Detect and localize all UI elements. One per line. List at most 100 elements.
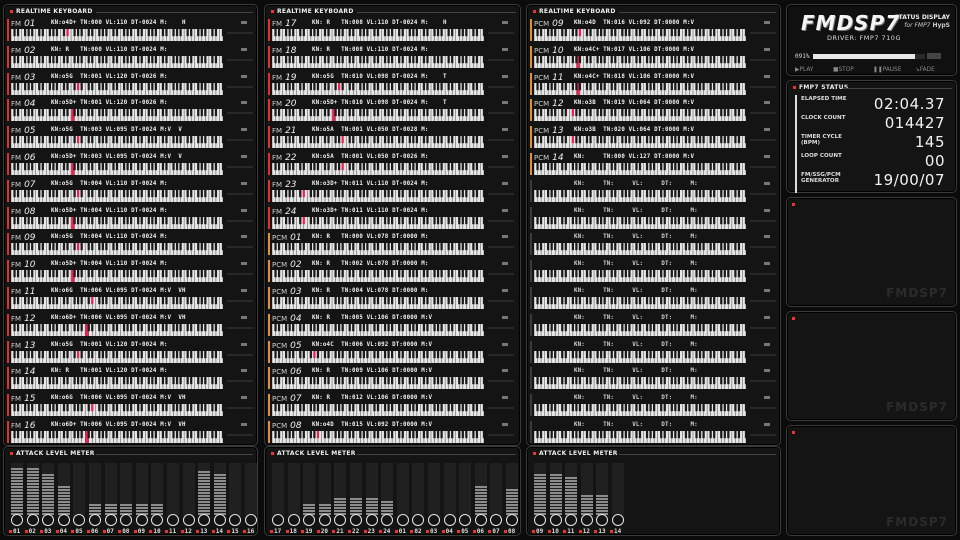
status-value: 19/00/07 [873, 171, 945, 189]
channel-label: PCM 14 [534, 153, 564, 163]
channel-row[interactable]: PCM 01 KN: R TN:000 VL:078 DT:0000 M: [268, 231, 515, 257]
channel-row[interactable]: PCM 03 KN: R TN:004 VL:078 DT:0000 M: [268, 285, 515, 311]
level-bar [412, 463, 425, 515]
channel-row[interactable]: KN: TN: VL: DT: M: [530, 258, 776, 284]
channel-row[interactable]: PCM 12 KN:o3B TN:019 VL:064 DT:0000 M:V [530, 97, 776, 123]
channel-info: KN: R TN:012 VL:106 DT:0000 M:V [312, 395, 433, 402]
channel-row[interactable]: FM 08 KN:o5D+ TN:004 VL:110 DT-0024 M: [7, 205, 253, 231]
play-button[interactable]: ▶PLAY [795, 67, 813, 73]
active-key [91, 404, 94, 412]
attack-level-meter-panel-3: ATTACK LEVEL METER 09 10 11 12 13 14 [526, 446, 781, 536]
channel-row[interactable]: FM 11 KN:o6G TN:006 VL:095 DT-0024 M:V VH [7, 285, 253, 311]
channel-row[interactable]: KN: TN: VL: DT: M: [530, 231, 776, 257]
channel-row[interactable]: FM 15 KN:o6G TN:006 VL:095 DT-0024 M:V VH [7, 392, 253, 418]
level-indicator [11, 514, 23, 526]
channel-row[interactable]: PCM 10 KN:o4C+ TN:017 VL:106 DT:0000 M:V [530, 44, 776, 70]
channel-row[interactable]: FM 21 KN:o5A TN:001 VL:050 DT-0028 M: [268, 124, 515, 150]
level-indicator [167, 514, 179, 526]
channel-row[interactable]: FM 14 KN: R TN:001 VL:120 DT-0024 M: [7, 365, 253, 391]
channel-row[interactable]: PCM 06 KN: R TN:009 VL:106 DT:0000 M:V [268, 365, 515, 391]
channel-row[interactable]: FM 06 KN:o5D+ TN:003 VL:095 DT-0024 M:V V [7, 151, 253, 177]
waveform-scope [750, 101, 776, 119]
display-panel-3: FMDSP7 [786, 425, 957, 536]
channel-row[interactable]: KN: TN: VL: DT: M: [530, 339, 776, 365]
channel-row[interactable]: FM 20 KN:o5D+ TN:010 VL:098 DT-0024 M: T [268, 97, 515, 123]
keyboard [534, 404, 746, 417]
channel-row[interactable]: FM 03 KN:o5G TN:001 VL:120 DT-0026 M: [7, 71, 253, 97]
level-bar [229, 463, 242, 515]
watermark: FMDSP7 [886, 515, 948, 529]
keyboard [534, 377, 746, 390]
attack-level-meter-panel-1: ATTACK LEVEL METER 01 02 03 04 05 06 07 08 09 10 1… [3, 446, 258, 536]
channel-row[interactable]: FM 01 KN:o4D+ TN:000 VL:110 DT-0024 M: H [7, 17, 253, 43]
channel-row[interactable]: FM 05 KN:o5G TN:003 VL:095 DT-0024 M:V V [7, 124, 253, 150]
level-bar [182, 463, 195, 515]
app-subtitle-for: for FMP7 HypS [904, 22, 950, 29]
channel-info: KN: R TN:004 VL:078 DT:0000 M: [312, 288, 429, 294]
channel-color-bar [268, 394, 270, 417]
channel-row[interactable]: FM 12 KN:o6D+ TN:006 VL:095 DT-0024 M:V VH [7, 312, 253, 338]
channel-row[interactable]: PCM 14 KN: TN:000 VL:127 DT:0000 M:V [530, 151, 776, 177]
channel-row[interactable]: FM 23 KN:o3D+ TN:011 VL:110 DT-0024 M: [268, 178, 515, 204]
channel-number: 17 [285, 19, 297, 29]
channel-row[interactable]: FM 19 KN:o5G TN:010 VL:098 DT-0024 M: T [268, 71, 515, 97]
channel-row[interactable]: KN: TN: VL: DT: M: [530, 392, 776, 418]
stop-button[interactable]: ■STOP [833, 67, 854, 73]
channel-row[interactable]: KN: TN: VL: DT: M: [530, 312, 776, 338]
channel-row[interactable]: FM 13 KN:o5G TN:001 VL:120 DT-0024 M: [7, 339, 253, 365]
panel-title: ATTACK LEVEL METER [10, 450, 95, 457]
progress-bar[interactable] [813, 54, 925, 59]
channel-row[interactable]: FM 17 KN: R TN:008 VL:110 DT-0024 M: H [268, 17, 515, 43]
waveform-scope [227, 262, 253, 280]
waveform-scope [227, 101, 253, 119]
channel-row[interactable]: KN: TN: VL: DT: M: [530, 419, 776, 445]
level-indicator [120, 514, 133, 526]
keyboard [534, 163, 746, 175]
keyboard [534, 55, 746, 68]
channel-row[interactable]: FM 10 KN:o5D+ TN:004 VL:110 DT-0024 M: [7, 258, 253, 284]
channel-row[interactable]: FM 07 KN:o5G TN:004 VL:110 DT-0024 M: [7, 178, 253, 204]
waveform-scope [750, 235, 776, 253]
keyboard [534, 29, 746, 41]
waveform-scope [227, 315, 253, 334]
channel-row[interactable]: PCM 04 KN: R TN:005 VL:106 DT:0000 M:V [268, 312, 515, 338]
channel-row[interactable]: PCM 07 KN: R TN:012 VL:106 DT:0000 M:V [268, 392, 515, 418]
channel-row[interactable]: PCM 09 KN:o4D TN:016 VL:092 DT:0000 M:V [530, 17, 776, 43]
active-key [77, 136, 80, 144]
channel-row[interactable]: FM 09 KN:o5G TN:004 VL:110 DT-0024 M: [7, 231, 253, 257]
channel-row[interactable]: KN: TN: VL: DT: M: [530, 205, 776, 231]
keyboard [272, 270, 484, 283]
status-row: FM/SSG/PCM GENERATOR 19/00/07 [795, 171, 945, 193]
active-key [91, 297, 94, 305]
channel-row[interactable]: FM 16 KN:o6D+ TN:006 VL:095 DT-0024 M:V VH [7, 419, 253, 445]
channel-label: PCM 08 [272, 421, 302, 431]
channel-row[interactable]: FM 22 KN:o5A TN:001 VL:050 DT-0026 M: [268, 151, 515, 177]
waveform-scope [750, 128, 776, 146]
channel-row[interactable]: PCM 13 KN:o3B TN:020 VL:064 DT:0000 M:V [530, 124, 776, 150]
channel-row[interactable]: FM 18 KN: R TN:008 VL:110 DT-0024 M: [268, 44, 515, 70]
fade-button[interactable]: ↘FADE [915, 67, 935, 73]
channel-row[interactable]: FM 04 KN:o5D+ TN:001 VL:120 DT-0026 M: [7, 97, 253, 123]
channel-row[interactable]: FM 24 KN:o3D+ TN:011 VL:110 DT-0024 M: [268, 205, 515, 231]
pause-button[interactable]: ❚❚PAUSE [873, 67, 901, 73]
level-indicator [612, 514, 624, 526]
level-indicator [303, 514, 316, 526]
waveform-scope [488, 342, 514, 361]
channel-row[interactable]: FM 02 KN: R TN:000 VL:110 DT-0024 M: [7, 44, 253, 70]
waveform-scope [750, 155, 776, 173]
channel-type: PCM [272, 341, 288, 350]
channel-row[interactable]: KN: TN: VL: DT: M: [530, 285, 776, 311]
channel-row[interactable]: PCM 02 KN: R TN:002 VL:078 DT:0000 M: [268, 258, 515, 284]
channel-row[interactable]: PCM 05 KN:o4C TN:006 VL:092 DT:0000 M:V [268, 339, 515, 365]
channel-type: FM [272, 207, 283, 216]
channel-number: 01 [290, 233, 302, 244]
display-panel-2: FMDSP7 [786, 311, 957, 421]
active-key [571, 136, 574, 144]
channel-row[interactable]: PCM 08 KN:o4D TN:015 VL:092 DT:0000 M:V [268, 419, 515, 445]
channel-row[interactable]: PCM 11 KN:o4C+ TN:018 VL:106 DT:0000 M:V [530, 71, 776, 97]
channel-row[interactable]: KN: TN: VL: DT: M: [530, 365, 776, 391]
level-bar [272, 463, 284, 515]
channel-row[interactable]: KN: TN: VL: DT: M: [530, 178, 776, 204]
channel-label [534, 341, 537, 351]
watermark: FMDSP7 [886, 400, 948, 414]
